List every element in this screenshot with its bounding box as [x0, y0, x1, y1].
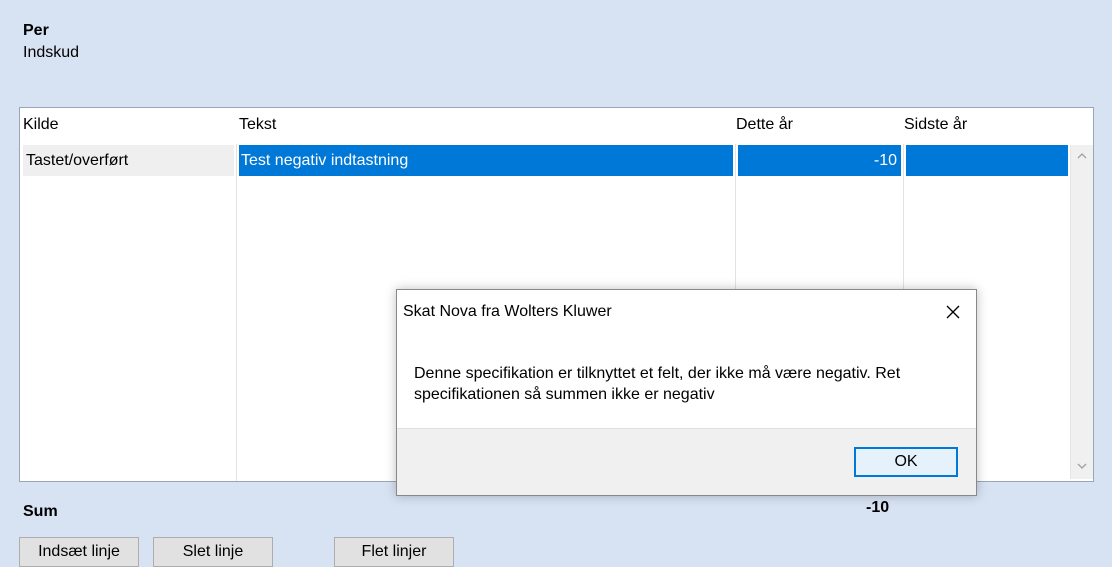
insert-line-label: Indsæt linje — [38, 543, 120, 560]
ok-button[interactable]: OK — [854, 447, 958, 477]
person-name: Per — [23, 22, 49, 39]
sum-label: Sum — [23, 503, 58, 520]
cell-kilde[interactable]: Tastet/overført — [23, 145, 234, 176]
cell-dette-aar[interactable]: -10 — [738, 145, 901, 176]
merge-lines-button[interactable]: Flet linjer — [334, 537, 454, 567]
column-header-tekst[interactable]: Tekst — [239, 116, 276, 134]
scroll-up-icon[interactable] — [1077, 151, 1087, 161]
cell-sidste-aar[interactable] — [906, 145, 1068, 176]
column-header-kilde[interactable]: Kilde — [23, 116, 59, 134]
sum-value: -10 — [866, 499, 890, 516]
column-header-dette-aar[interactable]: Dette år — [736, 116, 793, 134]
dialog-title: Skat Nova fra Wolters Kluwer — [403, 303, 612, 320]
cell-tekst[interactable]: Test negativ indtastning — [239, 145, 733, 176]
vertical-scrollbar[interactable] — [1070, 145, 1093, 479]
column-divider — [236, 144, 237, 481]
dialog-message: Denne specifikation er tilknyttet et fel… — [414, 365, 901, 403]
delete-line-button[interactable]: Slet linje — [153, 537, 273, 567]
column-header-sidste-aar[interactable]: Sidste år — [904, 116, 967, 134]
delete-line-label: Slet linje — [182, 543, 244, 560]
dialog-footer: OK — [397, 428, 976, 495]
section-subtitle: Indskud — [23, 44, 80, 61]
message-dialog: Skat Nova fra Wolters Kluwer Denne speci… — [396, 289, 977, 496]
close-icon[interactable] — [938, 298, 968, 326]
scroll-down-icon[interactable] — [1077, 461, 1087, 471]
merge-lines-label: Flet linjer — [361, 543, 427, 560]
insert-line-button[interactable]: Indsæt linje — [19, 537, 139, 567]
